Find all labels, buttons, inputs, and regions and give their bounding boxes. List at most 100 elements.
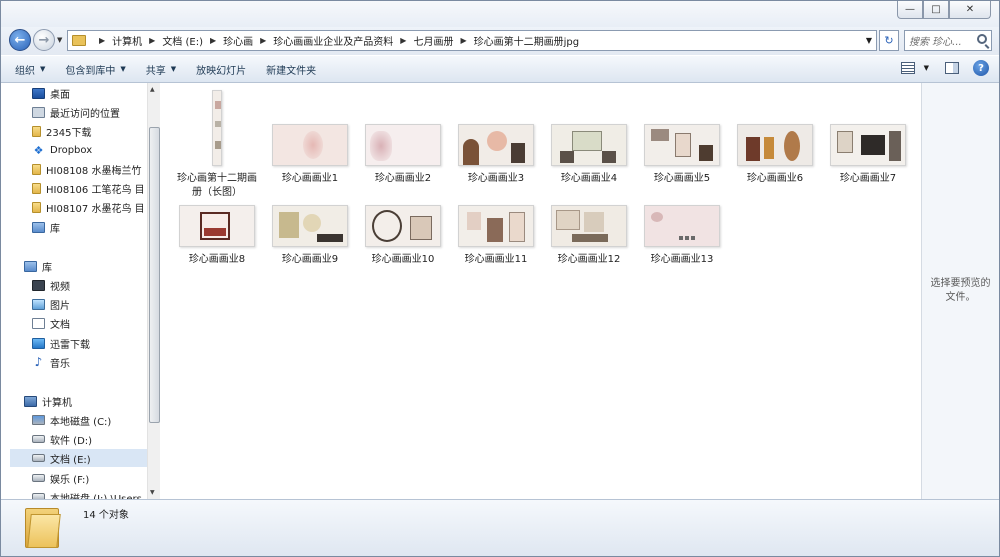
file-name: 珍心画画业2 [374, 173, 432, 184]
image-thumbnail [179, 205, 255, 247]
sidebar-item-label: 最近访问的位置 [50, 108, 120, 120]
breadcrumb-separator[interactable]: ▶ [99, 36, 105, 45]
search-input[interactable]: 搜索 珍心... [904, 30, 992, 51]
folder-icon [32, 163, 41, 175]
refresh-button[interactable]: ↻ [879, 30, 899, 51]
sidebar-item-desktop[interactable]: 桌面 [32, 84, 160, 102]
sidebar-item-label: 桌面 [50, 89, 70, 101]
sidebar-item-label: 娱乐 (F:) [50, 474, 90, 486]
new-folder-label: 新建文件夹 [266, 65, 317, 77]
scrollbar-thumb[interactable] [149, 127, 160, 423]
slideshow-button[interactable]: 放映幻灯片 [196, 62, 246, 77]
sidebar-item-label: 计算机 [42, 397, 72, 409]
slideshow-label: 放映幻灯片 [196, 65, 247, 77]
breadcrumb-separator[interactable]: ▶ [400, 36, 406, 45]
help-icon[interactable]: ? [973, 60, 989, 76]
sidebar-item-2345-download[interactable]: 2345下载 [32, 122, 160, 140]
share-menu[interactable]: 共享 ▼ [146, 62, 176, 77]
sidebar-item-libraries[interactable]: 库 [24, 257, 160, 275]
sidebar-item-hi08107[interactable]: HI08107 水墨花鸟 目 [32, 198, 160, 216]
breadcrumb-separator[interactable]: ▶ [260, 36, 266, 45]
include-library-label: 包含到库中 [65, 65, 116, 77]
sidebar-item-drive-e[interactable]: 文档 (E:) [10, 449, 147, 467]
image-thumbnail [551, 124, 627, 166]
sidebar-item-drive-c[interactable]: 本地磁盘 (C:) [32, 411, 160, 429]
address-bar[interactable]: ▶ 计算机 ▶ 文档 (E:) ▶ 珍心画 ▶ 珍心画画业企业及产品资料 ▶ 七… [67, 30, 877, 51]
sidebar-item-dropbox[interactable]: ❖ Dropbox [32, 141, 160, 159]
file-item[interactable]: 珍心画画业4 [546, 124, 632, 186]
file-item[interactable]: 珍心画画业11 [453, 205, 539, 267]
file-item[interactable]: 珍心画画业13 [639, 205, 725, 267]
breadcrumb-drive-e[interactable]: 文档 (E:) [162, 33, 203, 48]
breadcrumb-company-materials[interactable]: 珍心画画业企业及产品资料 [273, 33, 393, 48]
file-item[interactable]: 珍心画第十二期画册（长图） [174, 90, 260, 200]
scroll-down-icon[interactable]: ▼ [150, 489, 155, 496]
sidebar-item-hi08106[interactable]: HI08106 工笔花鸟 目 [32, 179, 160, 197]
documents-icon [32, 317, 45, 329]
sidebar-item-videos[interactable]: 视频 [32, 276, 160, 294]
share-label: 共享 [145, 65, 166, 77]
sidebar-item-library-fav[interactable]: 库 [32, 218, 160, 236]
preview-pane-icon[interactable] [945, 62, 959, 74]
file-list: 珍心画第十二期画册（长图） 珍心画画业1 珍心画画业2 珍心画画业3 珍心画画业… [161, 83, 921, 499]
minimize-button[interactable]: — [897, 1, 923, 19]
sidebar-item-hi08108[interactable]: HI08108 水墨梅兰竹 [32, 160, 160, 178]
details-pane: 14 个对象 [1, 499, 999, 556]
forward-button[interactable]: → [33, 29, 55, 51]
sidebar-item-drive-f[interactable]: 娱乐 (F:) [32, 469, 160, 487]
search-icon[interactable] [977, 34, 987, 44]
file-item[interactable]: 珍心画画业9 [267, 205, 353, 267]
sidebar-item-label: HI08107 水墨花鸟 目 [46, 203, 145, 215]
file-item[interactable]: 珍心画画业8 [174, 205, 260, 267]
include-in-library-menu[interactable]: 包含到库中 ▼ [65, 62, 125, 77]
file-item[interactable]: 珍心画画业6 [732, 124, 818, 186]
file-item[interactable]: 珍心画画业7 [825, 124, 911, 186]
sidebar-item-pictures[interactable]: 图片 [32, 295, 160, 313]
recent-places-icon [32, 106, 45, 118]
breadcrumb-computer[interactable]: 计算机 [112, 33, 142, 48]
preview-pane: 选择要预览的文件。 [921, 83, 999, 499]
breadcrumb-separator[interactable]: ▶ [460, 36, 466, 45]
organize-menu[interactable]: 组织 ▼ [15, 62, 45, 77]
sidebar-item-drive-d[interactable]: 软件 (D:) [32, 430, 160, 448]
video-icon [32, 279, 45, 291]
sidebar-item-computer[interactable]: 计算机 [24, 392, 160, 410]
sidebar-scrollbar[interactable]: ▲ ▼ [147, 83, 160, 499]
sidebar-item-music[interactable]: ♪ 音乐 [32, 353, 160, 371]
breadcrumb-july-album[interactable]: 七月画册 [413, 33, 453, 48]
breadcrumb-current-folder[interactable]: 珍心画第十二期画册jpg [474, 33, 579, 48]
sidebar-item-documents[interactable]: 文档 [32, 314, 160, 332]
breadcrumb-separator[interactable]: ▶ [149, 36, 155, 45]
file-item[interactable]: 珍心画画业5 [639, 124, 725, 186]
sidebar-item-recent-places[interactable]: 最近访问的位置 [32, 103, 160, 121]
maximize-button[interactable]: □ [923, 1, 949, 19]
breadcrumb-separator[interactable]: ▶ [210, 36, 216, 45]
file-item[interactable]: 珍心画画业2 [360, 124, 446, 186]
new-folder-button[interactable]: 新建文件夹 [266, 62, 316, 77]
address-dropdown-icon[interactable]: ▼ [866, 36, 872, 45]
back-button[interactable]: ← [9, 29, 31, 51]
dropbox-icon: ❖ [33, 143, 44, 157]
scroll-up-icon[interactable]: ▲ [150, 86, 155, 93]
file-name: 珍心画画业10 [371, 254, 435, 265]
file-item[interactable]: 珍心画画业10 [360, 205, 446, 267]
image-thumbnail [458, 124, 534, 166]
sidebar-item-drive-i[interactable]: 本地磁盘 (I:) \Users [32, 488, 160, 499]
view-options-dropdown[interactable]: ▼ [924, 64, 929, 72]
breadcrumb-zhenxinhua[interactable]: 珍心画 [223, 33, 253, 48]
file-name: 珍心画画业5 [653, 173, 711, 184]
close-button[interactable]: ✕ [949, 1, 991, 19]
desktop-icon [32, 87, 45, 99]
change-view-icon[interactable] [900, 62, 915, 74]
sidebar-item-label: 软件 (D:) [50, 435, 93, 447]
file-item[interactable]: 珍心画画业1 [267, 124, 353, 186]
file-name: 珍心画画业9 [281, 254, 339, 265]
chevron-down-icon: ▼ [40, 65, 46, 73]
sidebar-item-thunder-download[interactable]: 迅雷下载 [32, 334, 160, 352]
file-name: 珍心画画业1 [281, 173, 339, 184]
file-item[interactable]: 珍心画画业3 [453, 124, 539, 186]
title-bar: — □ ✕ [1, 1, 999, 27]
recent-pages-dropdown[interactable]: ▼ [57, 36, 62, 44]
sidebar-item-label: Dropbox [50, 144, 93, 156]
file-item[interactable]: 珍心画画业12 [546, 205, 632, 267]
